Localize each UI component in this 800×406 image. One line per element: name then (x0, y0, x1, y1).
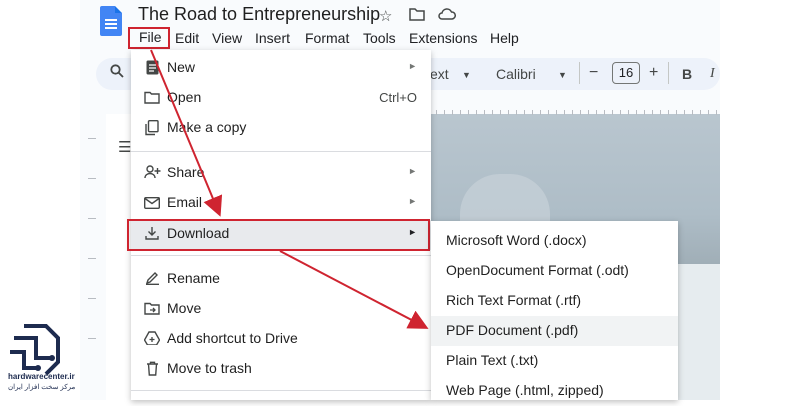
search-menus-icon[interactable] (110, 64, 124, 82)
star-icon[interactable]: ☆ (379, 7, 392, 25)
download-submenu: Microsoft Word (.docx) OpenDocument Form… (431, 221, 678, 400)
submenu-item-txt[interactable]: Plain Text (.txt) (431, 346, 678, 376)
font-select[interactable]: Calibri (496, 66, 536, 82)
menu-item-add-shortcut[interactable]: Add shortcut to Drive (131, 325, 431, 355)
submenu-item-odt[interactable]: OpenDocument Format (.odt) (431, 256, 678, 286)
move-folder-icon[interactable] (409, 7, 425, 25)
menu-help[interactable]: Help (490, 30, 519, 46)
submenu-arrow-icon: ► (408, 166, 417, 176)
submenu-item-docx[interactable]: Microsoft Word (.docx) (431, 226, 678, 256)
menu-item-new[interactable]: New ► (131, 54, 431, 84)
toolbar-divider (579, 62, 580, 84)
menu-item-rename[interactable]: Rename (131, 265, 431, 295)
outline-list-icon[interactable]: ☰ (118, 138, 131, 156)
menu-item-share[interactable]: Share ► (131, 159, 431, 189)
file-menu-highlight (128, 27, 170, 49)
bold-button[interactable]: B (682, 66, 692, 82)
submenu-item-pdf[interactable]: PDF Document (.pdf) (431, 316, 678, 346)
submenu-item-rtf[interactable]: Rich Text Format (.rtf) (431, 286, 678, 316)
trash-icon (143, 361, 161, 379)
download-highlight (127, 219, 430, 251)
submenu-arrow-icon: ► (408, 61, 417, 71)
paragraph-style-select[interactable]: ext (430, 66, 449, 82)
shortcut-text: Ctrl+O (379, 90, 417, 105)
toolbar-divider (668, 62, 669, 84)
menu-insert[interactable]: Insert (255, 30, 290, 46)
menu-extensions[interactable]: Extensions (409, 30, 477, 46)
horizontal-ruler (420, 96, 720, 116)
increase-font-size-button[interactable]: + (649, 64, 658, 82)
folder-icon (143, 90, 161, 108)
italic-button[interactable]: I (710, 66, 715, 82)
copy-icon (143, 119, 161, 138)
drive-shortcut-icon (143, 331, 161, 349)
move-icon (143, 301, 161, 319)
rename-icon (143, 271, 161, 289)
watermark-site: hardwarecenter.ir (8, 372, 75, 381)
new-doc-icon (143, 60, 161, 78)
menu-item-email[interactable]: Email ► (131, 189, 431, 219)
document-title[interactable]: The Road to Entrepreneurship (138, 4, 380, 25)
submenu-arrow-icon: ► (408, 196, 417, 206)
decrease-font-size-button[interactable]: − (589, 64, 598, 82)
menu-divider (131, 151, 431, 152)
menu-divider (131, 255, 431, 256)
menu-item-open[interactable]: Open Ctrl+O (131, 84, 431, 114)
watermark-tagline: مرکز سخت افزار ایران (8, 384, 76, 391)
menu-view[interactable]: View (212, 30, 242, 46)
menu-item-move-to-trash[interactable]: Move to trash (131, 355, 431, 385)
share-icon (143, 165, 161, 183)
chevron-down-icon[interactable]: ▼ (462, 70, 471, 80)
menu-edit[interactable]: Edit (175, 30, 199, 46)
menu-format[interactable]: Format (305, 30, 349, 46)
google-docs-logo[interactable] (100, 6, 122, 36)
menu-divider (131, 390, 431, 391)
menu-tools[interactable]: Tools (363, 30, 396, 46)
email-icon (143, 195, 161, 213)
cloud-status-icon[interactable] (438, 7, 456, 25)
menu-item-make-a-copy[interactable]: Make a copy (131, 114, 431, 144)
font-size-input[interactable]: 16 (612, 62, 640, 84)
menu-item-move[interactable]: Move (131, 295, 431, 325)
chevron-down-icon[interactable]: ▼ (558, 70, 567, 80)
submenu-item-html[interactable]: Web Page (.html, zipped) (431, 376, 678, 406)
vertical-ruler (88, 118, 100, 400)
